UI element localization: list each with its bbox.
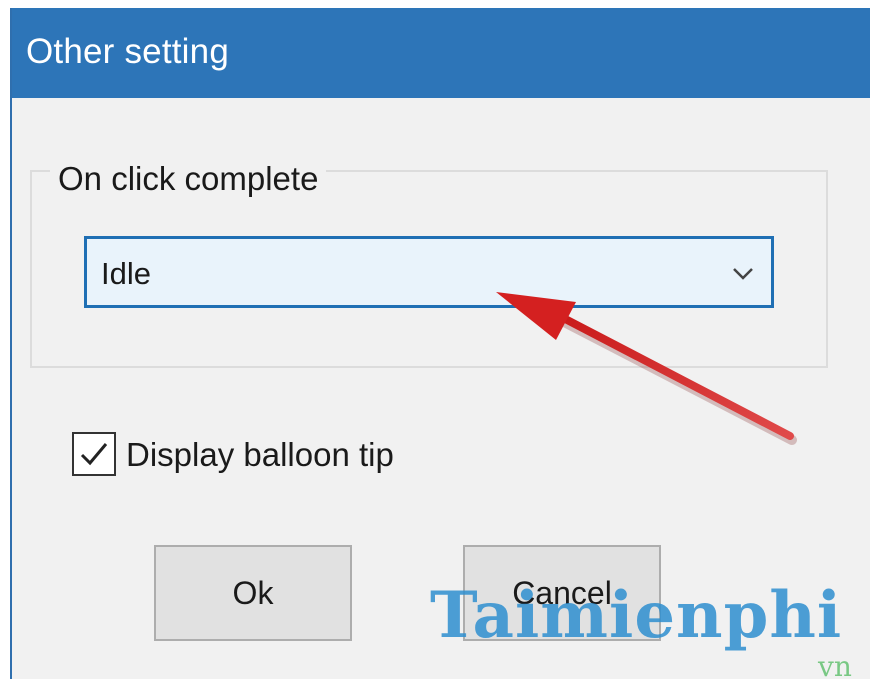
watermark-logo: Taimienphi [430, 578, 843, 653]
window-title: Other setting [26, 32, 229, 71]
checkbox-label: Display balloon tip [126, 436, 394, 473]
title-bar[interactable]: Other setting [12, 8, 870, 98]
watermark-domain: vn [818, 650, 852, 683]
on-click-complete-dropdown[interactable]: Idle [84, 236, 774, 308]
chevron-down-icon[interactable] [731, 263, 755, 283]
checkmark-icon [80, 443, 108, 466]
group-label: On click complete [50, 160, 327, 198]
ok-button[interactable]: Ok [154, 545, 352, 641]
dropdown-selected-value: Idle [101, 256, 151, 291]
display-balloon-tip-checkbox[interactable] [72, 432, 116, 476]
